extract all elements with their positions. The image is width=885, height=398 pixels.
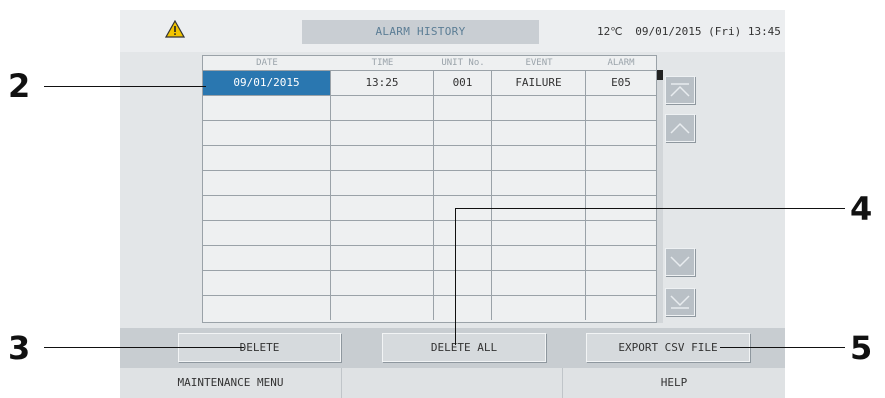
table-row[interactable] [203, 145, 656, 170]
callout-line-4 [455, 208, 845, 209]
column-header-alarm: ALARM [607, 58, 635, 68]
table-row[interactable] [203, 220, 656, 245]
help-button[interactable]: HELP [563, 368, 785, 398]
temperature-readout: 12℃ [597, 25, 623, 38]
datetime-readout: 09/01/2015 (Fri) 13:45 [635, 25, 781, 38]
table-row[interactable] [203, 295, 656, 320]
chevron-down-icon [670, 256, 690, 268]
chevron-up-icon [670, 122, 690, 134]
column-header-unit: UNIT No. [441, 58, 485, 68]
double-chevron-up-icon [670, 83, 690, 97]
table-row[interactable] [203, 270, 656, 295]
action-button-bar: DELETE DELETE ALL EXPORT CSV FILE [120, 328, 785, 368]
scroll-bottom-button[interactable] [665, 288, 695, 316]
cell-time[interactable]: 13:25 [331, 71, 434, 95]
callout-leader-4 [455, 208, 456, 345]
alarm-history-table: DATE TIME UNIT No. EVENT ALARM 09/01/201… [202, 55, 657, 323]
cell-date[interactable]: 09/01/2015 [203, 71, 331, 95]
callout-number-3: 3 [8, 329, 31, 367]
footer-bar: MAINTENANCE MENU HELP [120, 368, 785, 398]
callout-line-2 [44, 86, 206, 87]
table-row[interactable]: 09/01/2015 13:25 001 FAILURE E05 [203, 70, 656, 95]
warning-icon[interactable] [165, 20, 185, 38]
cell-alarm[interactable]: E05 [586, 71, 656, 95]
callout-number-2: 2 [8, 67, 31, 105]
scroll-up-button[interactable] [665, 114, 695, 142]
table-row[interactable] [203, 245, 656, 270]
page-title: ALARM HISTORY [302, 20, 539, 44]
alarm-history-screen: ALARM HISTORY 12℃ 09/01/2015 (Fri) 13:45… [120, 10, 785, 398]
cell-unit[interactable]: 001 [434, 71, 492, 95]
column-header-time: TIME [371, 58, 394, 68]
column-header-date: DATE [256, 58, 278, 68]
scrollbar-thumb[interactable] [657, 70, 663, 80]
maintenance-menu-button[interactable]: MAINTENANCE MENU [120, 368, 342, 398]
scroll-top-button[interactable] [665, 76, 695, 104]
column-header-event: EVENT [525, 58, 553, 68]
table-row[interactable] [203, 95, 656, 120]
status-readout: 12℃ 09/01/2015 (Fri) 13:45 [597, 20, 781, 44]
table-row[interactable] [203, 170, 656, 195]
callout-number-5: 5 [850, 329, 873, 367]
scroll-down-button[interactable] [665, 248, 695, 276]
double-chevron-down-icon [670, 295, 690, 309]
delete-all-button[interactable]: DELETE ALL [382, 333, 546, 362]
callout-line-5 [720, 347, 845, 348]
footer-empty-slot [342, 368, 563, 398]
callout-line-3 [44, 347, 244, 348]
cell-event[interactable]: FAILURE [492, 71, 586, 95]
callout-number-4: 4 [850, 190, 873, 228]
table-row[interactable] [203, 120, 656, 145]
table-scrollbar[interactable] [657, 70, 663, 323]
top-bar: ALARM HISTORY 12℃ 09/01/2015 (Fri) 13:45 [120, 10, 785, 52]
